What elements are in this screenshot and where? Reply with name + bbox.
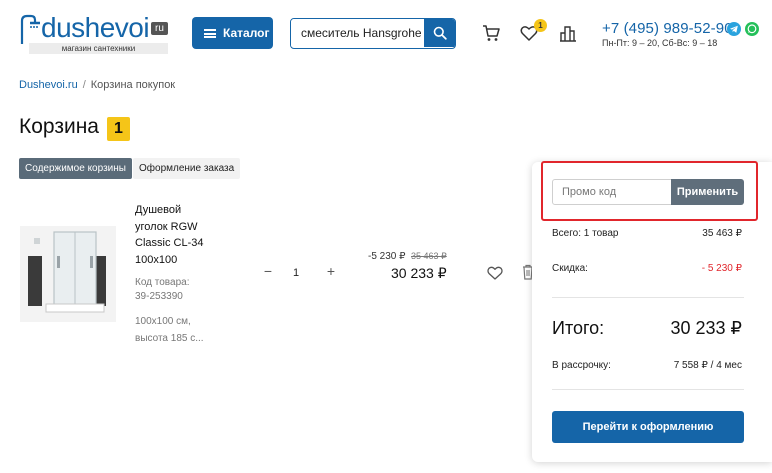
quantity-increase-button[interactable]: + — [325, 264, 337, 278]
search-button[interactable] — [424, 19, 455, 47]
total-items-value: 35 463 ₽ — [702, 228, 742, 239]
checkout-button[interactable]: Перейти к оформлению — [552, 411, 744, 443]
tab-cart-contents[interactable]: Содержимое корзины — [19, 158, 132, 179]
compare-icon[interactable] — [559, 24, 577, 42]
logo[interactable]: dushevoi ru магазин сантехники — [19, 12, 168, 54]
item-price: 30 233 ₽ — [391, 265, 447, 281]
catalog-button[interactable]: Каталог — [192, 17, 273, 49]
phone-number[interactable]: +7 (495) 989-52-90 — [602, 20, 733, 37]
discount-label: Скидка: — [552, 263, 588, 274]
summary-divider — [552, 297, 744, 298]
summary-divider — [552, 389, 744, 390]
menu-icon — [204, 29, 216, 38]
whatsapp-icon[interactable] — [745, 22, 759, 36]
installment-value: 7 558 ₽ / 4 мес — [673, 360, 742, 371]
shower-icon — [20, 14, 40, 44]
search-input[interactable] — [291, 19, 424, 47]
shower-enclosure-picture — [20, 226, 116, 322]
quantity-decrease-button[interactable]: − — [262, 264, 274, 278]
add-to-favorites-icon[interactable] — [487, 265, 503, 280]
product-image[interactable] — [20, 226, 116, 322]
installment-label: В рассрочку: — [552, 360, 611, 371]
quantity-value[interactable]: 1 — [293, 267, 299, 279]
grand-total-value: 30 233 ₽ — [670, 318, 742, 338]
page-title: Корзина — [19, 115, 99, 138]
favorites-badge: 1 — [534, 19, 547, 32]
product-code: 39-253390 — [135, 291, 183, 302]
promo-code-input[interactable] — [552, 179, 672, 205]
logo-ru-badge: ru — [151, 22, 168, 35]
total-items-label: Всего: 1 товар — [552, 228, 619, 239]
product-dimensions: 100x100 см, высота 185 с... — [135, 316, 204, 344]
logo-tagline: магазин сантехники — [29, 43, 168, 54]
search-icon — [433, 26, 447, 40]
catalog-label: Каталог — [223, 26, 270, 40]
breadcrumb-current: Корзина покупок — [90, 79, 176, 91]
item-old-price: 35 463 ₽ — [411, 251, 447, 261]
logo-text: dushevoi — [41, 12, 150, 43]
breadcrumb-separator: / — [82, 79, 86, 91]
search-box — [290, 18, 456, 49]
breadcrumb: Dushevoi.ru / Корзина покупок — [19, 79, 175, 91]
telegram-icon[interactable] — [727, 22, 741, 36]
cart-icon[interactable] — [482, 24, 500, 42]
grand-total-label: Итого: — [552, 318, 605, 338]
product-name-link[interactable]: Душевой уголок RGW Classic CL-34 100x100 — [135, 202, 210, 268]
cart-count-badge: 1 — [107, 117, 130, 141]
product-code-label: Код товара: — [135, 277, 190, 288]
breadcrumb-home-link[interactable]: Dushevoi.ru — [19, 79, 78, 91]
discount-value: - 5 230 ₽ — [701, 263, 742, 274]
item-discount: -5 230 ₽ — [368, 251, 406, 262]
apply-promo-button[interactable]: Применить — [671, 179, 744, 205]
tab-checkout[interactable]: Оформление заказа — [133, 158, 241, 179]
working-hours: Пн-Пт: 9 – 20, Сб-Вс: 9 – 18 — [602, 38, 718, 48]
